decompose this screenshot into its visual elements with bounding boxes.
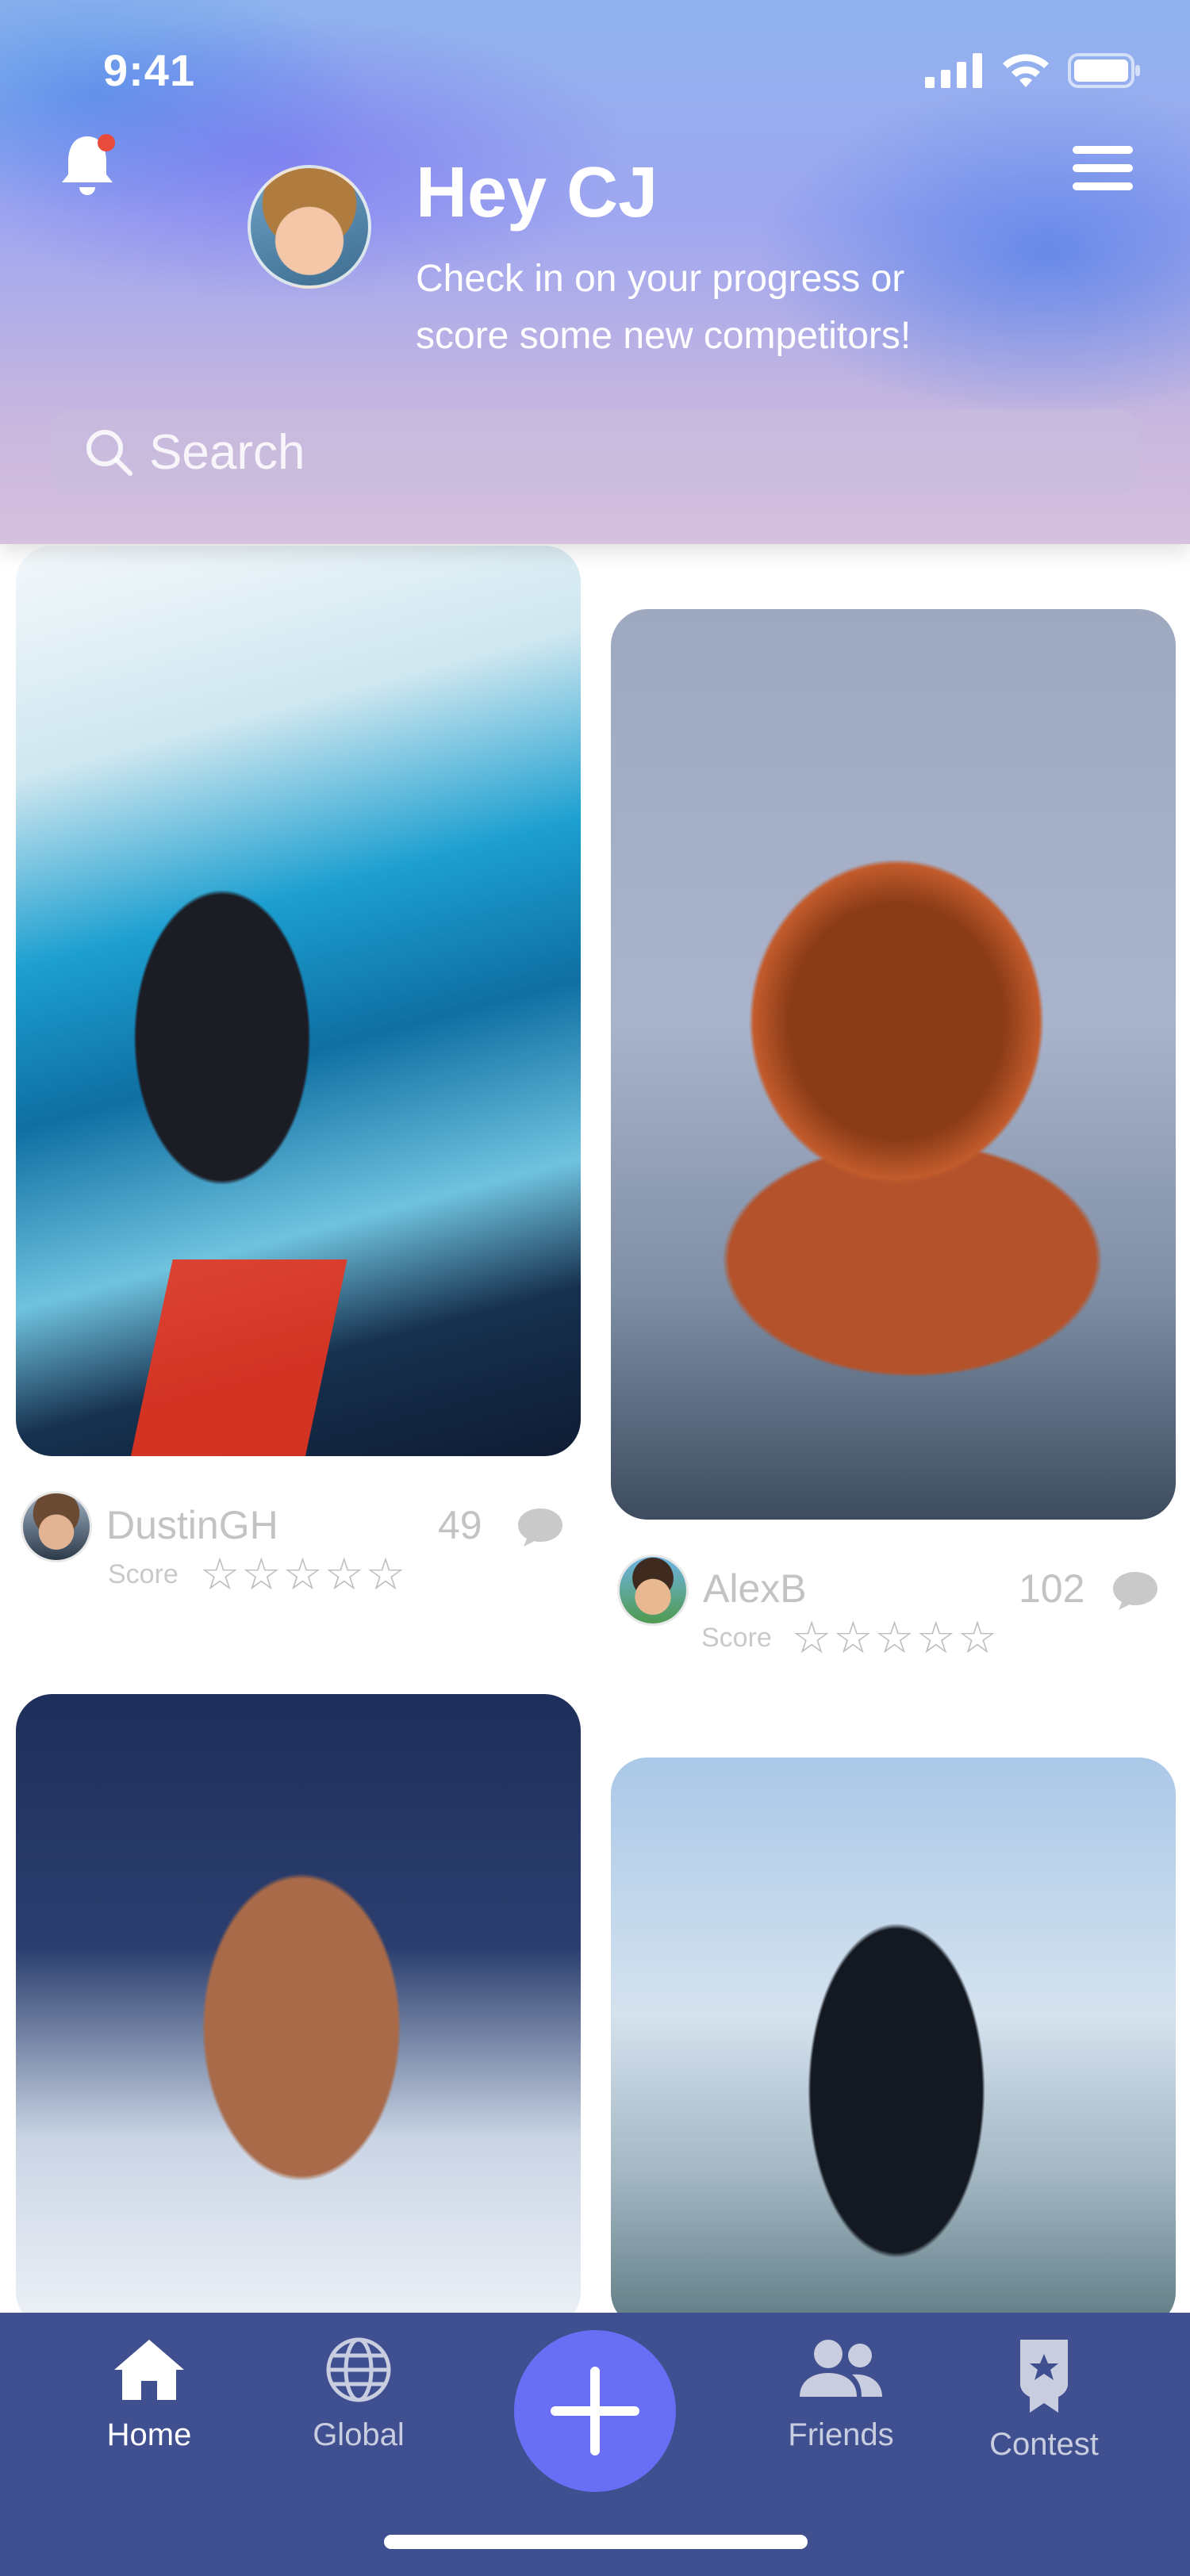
post-media-surfer-spray[interactable]	[16, 1694, 581, 2329]
surfboard-stripe	[129, 1259, 347, 1456]
greeting-subtitle: Check in on your progress or score some …	[416, 251, 1098, 365]
battery-icon	[1068, 53, 1140, 88]
friends-icon	[800, 2340, 882, 2397]
subtitle-line-2: score some new competitors!	[416, 315, 912, 357]
star-rating[interactable]: ☆☆☆☆☆	[200, 1548, 407, 1600]
post-media-surfer-silhouette[interactable]	[611, 1758, 1176, 2329]
greeting-title: Hey CJ	[416, 153, 658, 232]
status-time: 9:41	[103, 45, 196, 95]
tab-home[interactable]: Home	[70, 2336, 228, 2453]
comment-icon[interactable]	[1111, 1570, 1160, 1612]
comment-icon[interactable]	[516, 1507, 565, 1548]
star-rating[interactable]: ☆☆☆☆☆	[792, 1612, 999, 1664]
home-icon	[114, 2340, 184, 2400]
tab-contest[interactable]: Contest	[965, 2336, 1123, 2463]
tab-friends[interactable]: Friends	[762, 2336, 920, 2453]
avatar[interactable]	[21, 1491, 92, 1562]
tab-label: Global	[313, 2417, 405, 2452]
tab-global[interactable]: Global	[279, 2336, 438, 2453]
create-post-button[interactable]	[514, 2330, 676, 2492]
post-meta-1: DustinGH 49 Score ☆☆☆☆☆	[16, 1491, 581, 1610]
home-indicator	[384, 2535, 808, 2549]
notification-dot	[98, 134, 115, 151]
tab-label: Contest	[989, 2427, 1099, 2462]
wifi-icon	[1003, 54, 1049, 87]
award-icon	[1020, 2340, 1068, 2413]
score-label: Score	[701, 1623, 772, 1653]
tab-label: Friends	[788, 2417, 894, 2452]
plus-icon	[551, 2367, 639, 2455]
tab-label: Home	[106, 2417, 192, 2452]
header: 9:41 Hey CJ Check in on your progress or…	[0, 0, 1190, 544]
score-label: Score	[108, 1559, 178, 1589]
menu-icon[interactable]	[1073, 146, 1133, 190]
signal-icon	[925, 53, 982, 88]
search-placeholder: Search	[149, 424, 305, 480]
subtitle-line-1: Check in on your progress or	[416, 258, 905, 300]
comment-count: 102	[1019, 1566, 1085, 1611]
post-meta-2: AlexB 102 Score ☆☆☆☆☆	[612, 1554, 1177, 1673]
avatar[interactable]	[617, 1554, 689, 1626]
globe-icon	[326, 2337, 391, 2402]
status-icons	[925, 52, 1141, 89]
post-media-surfer-barrel[interactable]	[16, 546, 581, 1456]
tab-bar: Home Global Friends Contest	[0, 2313, 1190, 2576]
comment-count: 49	[438, 1503, 482, 1547]
search-icon	[86, 430, 132, 476]
bell-icon[interactable]	[57, 128, 121, 200]
user-avatar[interactable]	[248, 165, 371, 289]
post-username[interactable]: AlexB	[703, 1566, 807, 1612]
post-username[interactable]: DustinGH	[106, 1502, 278, 1548]
post-media-surfer-closeup[interactable]	[611, 609, 1176, 1520]
search-input[interactable]: Search	[51, 409, 1139, 495]
